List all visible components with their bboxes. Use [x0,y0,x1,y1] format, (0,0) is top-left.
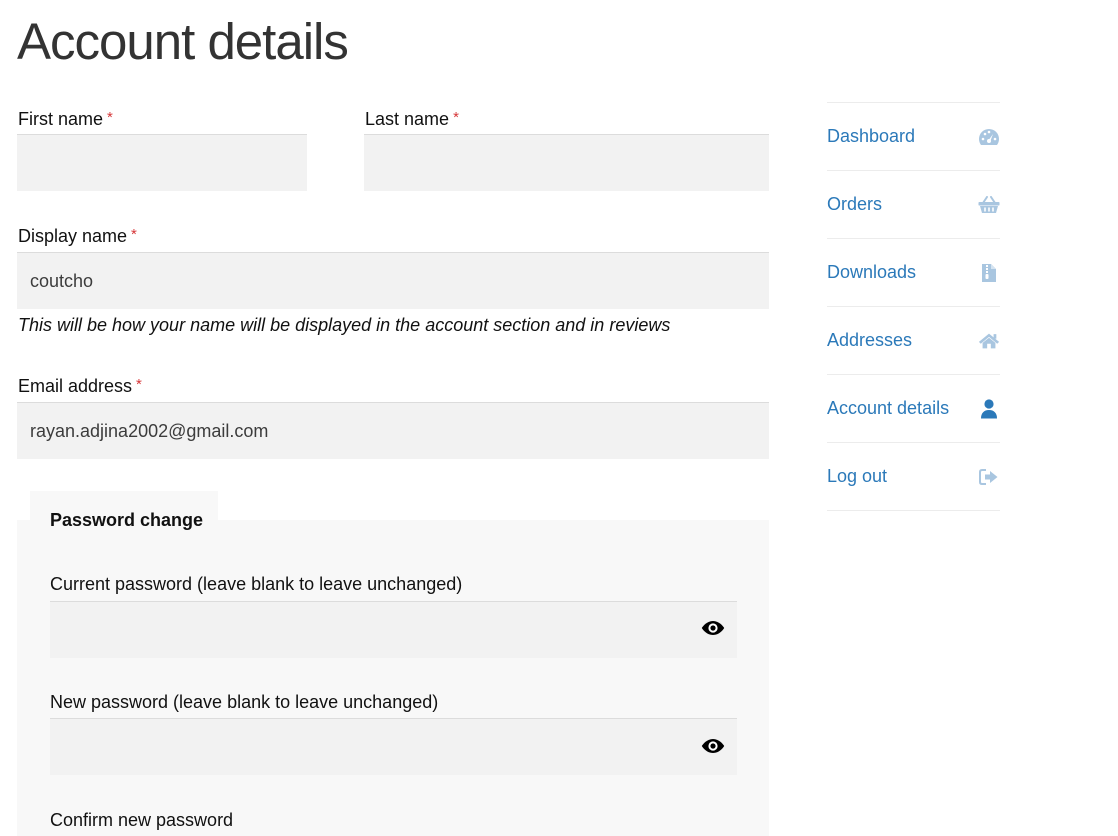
nav-item-orders[interactable]: Orders [827,171,1000,239]
last-name-label: Last name * [365,106,459,131]
current-password-label: Current password (leave blank to leave u… [50,574,463,594]
display-name-label-text: Display name [18,226,128,246]
last-name-input[interactable] [364,134,769,191]
first-name-label: First name * [18,106,113,131]
password-change-fieldset [17,520,769,836]
new-password-label: New password (leave blank to leave uncha… [50,692,439,712]
display-name-input[interactable] [17,252,769,309]
email-input[interactable] [17,402,769,459]
nav-item-account-details[interactable]: Account details [827,375,1000,443]
required-mark: * [107,109,113,126]
home-icon [978,330,1000,352]
dashboard-gauge-icon [978,126,1000,148]
nav-item-label[interactable]: Orders [827,194,882,215]
page-title: Account details [17,13,349,70]
nav-item-dashboard[interactable]: Dashboard [827,103,1000,171]
eye-icon[interactable] [701,738,725,754]
new-password-input[interactable] [50,718,737,775]
file-download-icon [978,262,1000,284]
nav-item-label[interactable]: Addresses [827,330,912,351]
email-label-text: Email address [18,376,133,396]
account-navigation: Dashboard Orders Downloads Addresses Acc… [827,102,1000,511]
nav-item-logout[interactable]: Log out [827,443,1000,511]
email-label: Email address * [18,373,142,398]
required-mark: * [136,376,142,393]
basket-icon [978,194,1000,216]
nav-item-label[interactable]: Dashboard [827,126,915,147]
required-mark: * [453,109,459,126]
display-name-label: Display name * [18,223,137,248]
confirm-password-label: Confirm new password [50,810,234,830]
last-name-label-text: Last name [365,109,450,129]
first-name-label-text: First name [18,109,104,129]
account-details-page: Account details First name * Last name * D… [0,0,1118,836]
first-name-input[interactable] [17,134,307,191]
logout-icon [978,466,1000,488]
user-icon [978,398,1000,420]
nav-item-label[interactable]: Log out [827,466,887,487]
eye-icon[interactable] [701,620,725,636]
current-password-input[interactable] [50,601,737,658]
display-name-hint: This will be how your name will be displ… [18,315,671,335]
password-change-legend: Password change [50,510,204,530]
required-mark: * [131,226,137,243]
nav-item-downloads[interactable]: Downloads [827,239,1000,307]
nav-item-label[interactable]: Account details [827,398,949,419]
nav-item-addresses[interactable]: Addresses [827,307,1000,375]
nav-item-label[interactable]: Downloads [827,262,916,283]
